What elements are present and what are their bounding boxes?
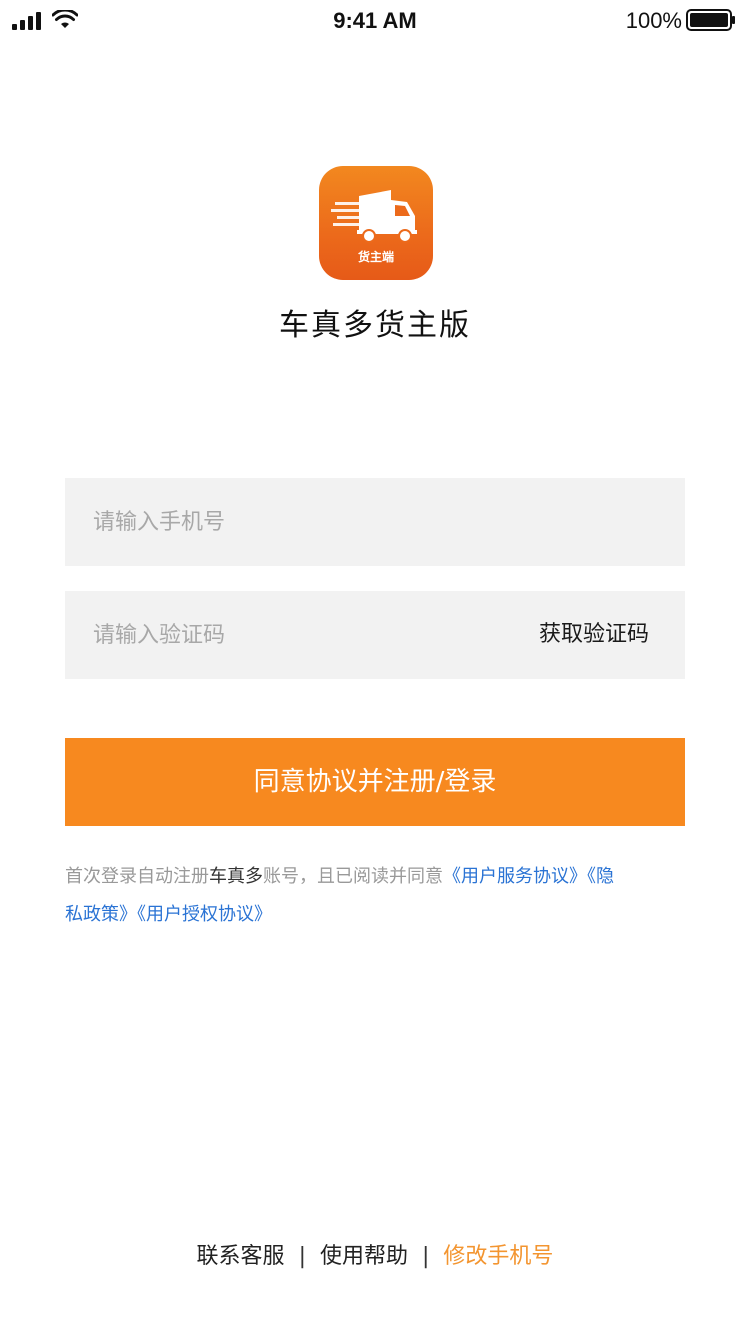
status-bar: 9:41 AM 100% [0, 0, 750, 40]
contact-support-link[interactable]: 联系客服 [197, 1244, 285, 1269]
get-code-button[interactable]: 获取验证码 [539, 591, 649, 679]
app-icon: 货主端 [319, 166, 433, 280]
app-icon-label: 货主端 [357, 250, 394, 264]
battery-percent: 100% [625, 8, 682, 33]
user-authorization-agreement-link[interactable]: 《用户授权协议》 [137, 904, 272, 925]
verification-code-input[interactable] [93, 591, 493, 679]
battery-icon [686, 9, 735, 31]
footer-separator: | [298, 1244, 306, 1269]
phone-field [65, 478, 685, 566]
user-service-agreement-link[interactable]: 《用户服务协议》 [443, 866, 587, 887]
agreement-middle: 账号，且已阅读并同意 [263, 866, 443, 887]
agree-and-login-button[interactable]: 同意协议并注册/登录 [65, 738, 685, 826]
change-phone-link[interactable]: 修改手机号 [443, 1244, 553, 1269]
footer-links: 联系客服 | 使用帮助 | 修改手机号 [0, 1238, 750, 1270]
agreement-text: 首次登录自动注册车真多账号，且已阅读并同意《用户服务协议》《隐私政策》《用户授权… [65, 858, 625, 934]
verification-code-field: 获取验证码 [65, 591, 685, 679]
footer-separator: | [422, 1244, 430, 1269]
agreement-prefix: 首次登录自动注册 [65, 866, 209, 887]
help-link[interactable]: 使用帮助 [320, 1244, 408, 1269]
phone-input[interactable] [93, 478, 653, 566]
agreement-brand: 车真多 [209, 866, 263, 887]
app-name: 车真多货主版 [279, 308, 471, 343]
